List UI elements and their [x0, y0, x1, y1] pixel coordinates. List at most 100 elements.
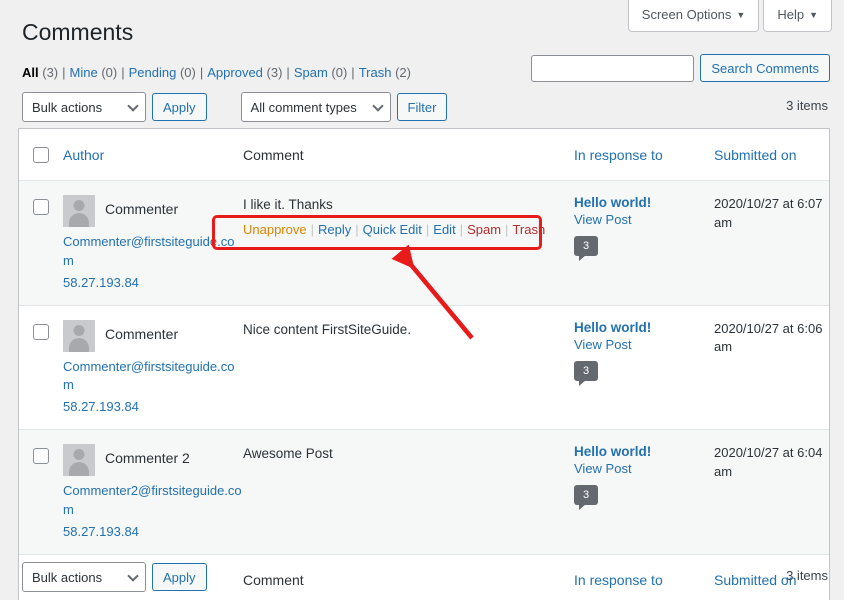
header-label-date: Submitted on — [714, 147, 797, 163]
filter-count-spam: (0) — [331, 65, 347, 80]
action-unapprove[interactable]: Unapprove — [243, 222, 307, 237]
comment-count-wrap: 3 — [574, 485, 714, 505]
author-identity: Commenter 2 — [63, 444, 243, 476]
post-title-link[interactable]: Hello world! — [574, 320, 714, 335]
row-actions: Unapprove|Reply|Quick Edit|Edit|Spam|Tra… — [243, 222, 574, 237]
post-title-link[interactable]: Hello world! — [574, 444, 714, 459]
header-label-comment: Comment — [243, 147, 304, 163]
filter-link-trash[interactable]: Trash — [359, 65, 392, 80]
search-input[interactable] — [531, 55, 694, 82]
submitted-on-text: 2020/10/27 at 6:06 am — [714, 320, 829, 358]
comment-types-select[interactable]: All comment types — [241, 92, 391, 122]
header-cell-date[interactable]: Submitted on — [714, 147, 829, 163]
comment-cell: I like it. ThanksUnapprove|Reply|Quick E… — [243, 181, 574, 305]
author-ip-link[interactable]: 58.27.193.84 — [63, 398, 243, 417]
action-quick-edit[interactable]: Quick Edit — [363, 222, 422, 237]
view-post-link[interactable]: View Post — [574, 461, 714, 476]
filter-separator: | — [351, 65, 354, 80]
author-identity: Commenter — [63, 320, 243, 352]
response-cell: Hello world! View Post 3 — [574, 306, 714, 430]
comment-count-bubble[interactable]: 3 — [574, 361, 598, 381]
avatar-head-icon — [74, 200, 85, 211]
action-trash[interactable]: Trash — [512, 222, 545, 237]
author-cell: Commenter Commenter@firstsiteguide.com 58.… — [63, 306, 243, 430]
action-spam[interactable]: Spam — [467, 222, 501, 237]
author-email-link[interactable]: Commenter2@firstsiteguide.com — [63, 482, 243, 520]
author-email-link[interactable]: Commenter@firstsiteguide.com — [63, 358, 243, 396]
author-cell: Commenter 2 Commenter2@firstsiteguide.com… — [63, 430, 243, 554]
author-email-link[interactable]: Commenter@firstsiteguide.com — [63, 233, 243, 271]
screen-options-button[interactable]: Screen Options▼ — [628, 0, 760, 32]
filter-count-all: (3) — [42, 65, 58, 80]
filter-link-mine[interactable]: Mine — [70, 65, 98, 80]
footer-cell-response[interactable]: In response to — [574, 572, 714, 588]
header-cell-comment: Comment — [243, 147, 574, 163]
filter-link-approved[interactable]: Approved — [207, 65, 263, 80]
author-ip-link[interactable]: 58.27.193.84 — [63, 523, 243, 542]
table-row: Commenter Commenter@firstsiteguide.com 58.… — [19, 181, 829, 306]
bulk-actions-select[interactable]: Bulk actions — [22, 92, 146, 122]
row-checkbox[interactable] — [33, 448, 49, 464]
tablenav-top: Bulk actions Apply All comment types Fil… — [22, 92, 447, 122]
response-cell: Hello world! View Post 3 — [574, 181, 714, 305]
help-button[interactable]: Help ▼ — [763, 0, 832, 32]
header-label-author: Author — [63, 147, 104, 163]
filter-link-pending[interactable]: Pending — [129, 65, 177, 80]
header-cell-author[interactable]: Author — [63, 147, 243, 163]
filter-link-spam[interactable]: Spam — [294, 65, 328, 80]
action-reply[interactable]: Reply — [318, 222, 351, 237]
apply-button-bottom[interactable]: Apply — [152, 563, 207, 591]
search-comments-button[interactable]: Search Comments — [700, 54, 830, 82]
avatar-head-icon — [74, 325, 85, 336]
page-title: Comments — [22, 18, 133, 48]
header-cell-response[interactable]: In response to — [574, 147, 714, 163]
search-comments-form: Search Comments — [531, 54, 830, 82]
screen-meta-links: Screen Options▼ Help ▼ — [628, 0, 832, 32]
row-checkbox[interactable] — [33, 199, 49, 215]
post-title-link[interactable]: Hello world! — [574, 195, 714, 210]
avatar-body-icon — [69, 462, 89, 476]
row-select-cell — [19, 430, 63, 554]
filter-link-all[interactable]: All — [22, 65, 39, 80]
items-count-bottom: 3 items — [786, 568, 828, 583]
help-label: Help — [777, 7, 804, 22]
chevron-down-icon — [127, 570, 138, 581]
comment-count-bubble[interactable]: 3 — [574, 236, 598, 256]
footer-cell-comment: Comment — [243, 572, 574, 588]
bulk-actions-select-bottom[interactable]: Bulk actions — [22, 562, 146, 592]
chevron-down-icon — [372, 100, 383, 111]
action-edit[interactable]: Edit — [433, 222, 455, 237]
avatar-head-icon — [74, 449, 85, 460]
comment-cell: Nice content FirstSiteGuide. — [243, 306, 574, 430]
avatar — [63, 320, 95, 352]
header-label-response: In response to — [574, 147, 663, 163]
select-all-header-cell — [19, 147, 63, 163]
filter-separator: | — [286, 65, 289, 80]
response-cell: Hello world! View Post 3 — [574, 430, 714, 554]
table-row: Commenter 2 Commenter2@firstsiteguide.com… — [19, 430, 829, 554]
author-name: Commenter 2 — [105, 444, 190, 467]
comment-text: Nice content FirstSiteGuide. — [243, 320, 574, 340]
author-ip-link[interactable]: 58.27.193.84 — [63, 274, 243, 293]
bulk-actions-label: Bulk actions — [32, 100, 102, 115]
filter-count-mine: (0) — [101, 65, 117, 80]
comment-types-label: All comment types — [251, 100, 357, 115]
date-cell: 2020/10/27 at 6:07 am — [714, 181, 829, 305]
comment-count-bubble[interactable]: 3 — [574, 485, 598, 505]
comment-count-wrap: 3 — [574, 236, 714, 256]
view-post-link[interactable]: View Post — [574, 212, 714, 227]
author-name: Commenter — [105, 320, 178, 343]
items-count-top: 3 items — [786, 98, 828, 113]
view-post-link[interactable]: View Post — [574, 337, 714, 352]
author-name: Commenter — [105, 195, 178, 218]
filter-count-approved: (3) — [267, 65, 283, 80]
select-all-checkbox[interactable] — [33, 147, 49, 163]
chevron-down-icon: ▼ — [809, 10, 818, 20]
apply-button[interactable]: Apply — [152, 93, 207, 121]
filter-button[interactable]: Filter — [397, 93, 448, 121]
chevron-down-icon — [127, 100, 138, 111]
table-header-row: Author Comment In response to Submitted … — [19, 129, 829, 181]
table-row: Commenter Commenter@firstsiteguide.com 58.… — [19, 306, 829, 431]
footer-label-date: Submitted on — [714, 572, 797, 588]
row-checkbox[interactable] — [33, 324, 49, 340]
